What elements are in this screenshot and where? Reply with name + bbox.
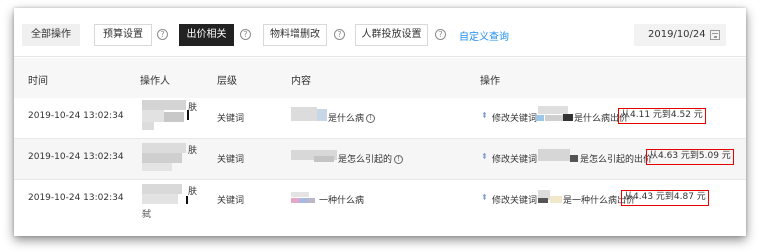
operator-redacted xyxy=(142,194,178,204)
operator-redacted xyxy=(142,184,182,194)
column-header-action: 操作 xyxy=(480,76,500,87)
column-header-operator: 操作人 xyxy=(140,76,170,87)
column-header-time: 时间 xyxy=(28,76,48,87)
row-content-text: 是怎么引起的 xyxy=(338,155,393,165)
row-time: 2019-10-24 13:02:34 xyxy=(28,111,124,121)
tab-budget-settings[interactable]: 预算设置 xyxy=(94,24,152,46)
operator-redacted xyxy=(142,122,154,130)
row-level: 关键词 xyxy=(217,196,245,206)
operation-log-panel: 全部操作 预算设置 ? 出价相关 ? 物料增删改 ? 人群投放设置 ? 自定义查… xyxy=(14,8,746,236)
operator-name-extra: 弑 xyxy=(142,210,152,220)
content-redacted xyxy=(314,156,334,162)
help-circle-icon[interactable]: ? xyxy=(334,29,345,40)
keyword-redacted xyxy=(538,198,548,203)
operator-redacted xyxy=(186,196,188,204)
table-row: 2019-10-24 13:02:34 肤 关键词 是怎么引起的! ⇞ 修改关键… xyxy=(14,139,746,179)
operator-redacted xyxy=(142,143,186,153)
help-circle-icon[interactable]: ? xyxy=(435,29,446,40)
bid-change-highlight: 从4.43 元到4.87 元 xyxy=(621,190,709,206)
edit-action-icon: ⇞ xyxy=(481,193,488,202)
tab-all-operations[interactable]: 全部操作 xyxy=(22,24,80,46)
help-circle-icon[interactable]: ? xyxy=(157,29,168,40)
bid-change-highlight: 从4.11 元到4.52 元 xyxy=(618,108,706,124)
keyword-redacted xyxy=(550,196,562,203)
toolbar-divider xyxy=(14,56,746,57)
content-redacted xyxy=(299,198,307,203)
row-level: 关键词 xyxy=(217,155,245,165)
bid-change-highlight: 从4.63 元到5.09 元 xyxy=(646,149,734,165)
action-prefix: 修改关键词 xyxy=(492,196,538,206)
table-row: 2019-10-24 13:02:34 肤 弑 关键词 一种什么病 ⇞ 修改关键… xyxy=(14,180,746,220)
date-picker[interactable]: 2019/10/24 xyxy=(634,24,726,46)
tab-material-edit[interactable]: 物料增删改 xyxy=(263,24,327,46)
keyword-redacted xyxy=(563,114,573,121)
action-prefix: 修改关键词 xyxy=(492,155,538,165)
tab-bid-related[interactable]: 出价相关 xyxy=(179,24,234,46)
action-description: 是怎么引起的出价 xyxy=(580,155,653,165)
keyword-redacted xyxy=(545,115,563,121)
info-icon[interactable]: ! xyxy=(366,114,376,123)
action-prefix: 修改关键词 xyxy=(492,114,538,124)
operator-redacted xyxy=(142,110,164,122)
filter-toolbar: 全部操作 预算设置 ? 出价相关 ? 物料增删改 ? 人群投放设置 ? 自定义查… xyxy=(14,8,746,58)
row-content: 是什么病! xyxy=(328,111,376,124)
content-redacted xyxy=(307,198,315,203)
row-time: 2019-10-24 13:02:34 xyxy=(28,193,124,203)
keyword-redacted xyxy=(570,155,578,162)
keyword-redacted xyxy=(536,115,544,121)
row-content: 是怎么引起的! xyxy=(338,152,404,165)
content-redacted xyxy=(291,107,317,121)
edit-action-icon: ⇞ xyxy=(481,111,488,120)
calendar-icon[interactable] xyxy=(710,30,720,40)
content-redacted xyxy=(291,192,309,197)
table-row: 2019-10-24 13:02:34 肤 关键词 是什么病! ⇞ 修改关键词 … xyxy=(14,98,746,138)
content-redacted xyxy=(317,109,327,121)
column-header-content: 内容 xyxy=(291,76,311,87)
operator-name-suffix: 肤 xyxy=(188,146,198,156)
operator-redacted xyxy=(142,100,186,110)
operator-name-suffix: 肤 xyxy=(188,103,198,113)
operator-redacted xyxy=(142,153,182,163)
table-header: 时间 操作人 层级 内容 操作 xyxy=(14,58,746,98)
operator-redacted xyxy=(164,112,184,122)
info-icon[interactable]: ! xyxy=(394,155,404,164)
keyword-redacted xyxy=(538,149,570,161)
custom-query-link[interactable]: 自定义查询 xyxy=(459,28,509,43)
content-redacted xyxy=(291,198,299,203)
row-time: 2019-10-24 13:02:34 xyxy=(28,152,124,162)
date-value: 2019/10/24 xyxy=(648,29,706,40)
tab-audience-settings[interactable]: 人群投放设置 xyxy=(355,24,428,46)
help-circle-icon[interactable]: ? xyxy=(240,29,251,40)
operator-redacted xyxy=(142,163,172,171)
row-level: 关键词 xyxy=(217,114,245,124)
row-content-text: 一种什么病 xyxy=(319,196,365,206)
row-content-text: 是什么病 xyxy=(328,114,365,124)
operator-name-suffix: 肤 xyxy=(188,187,198,197)
row-content: 一种什么病 xyxy=(319,193,364,206)
keyword-redacted xyxy=(538,106,568,114)
column-header-level: 层级 xyxy=(217,76,237,87)
edit-action-icon: ⇞ xyxy=(481,152,488,161)
